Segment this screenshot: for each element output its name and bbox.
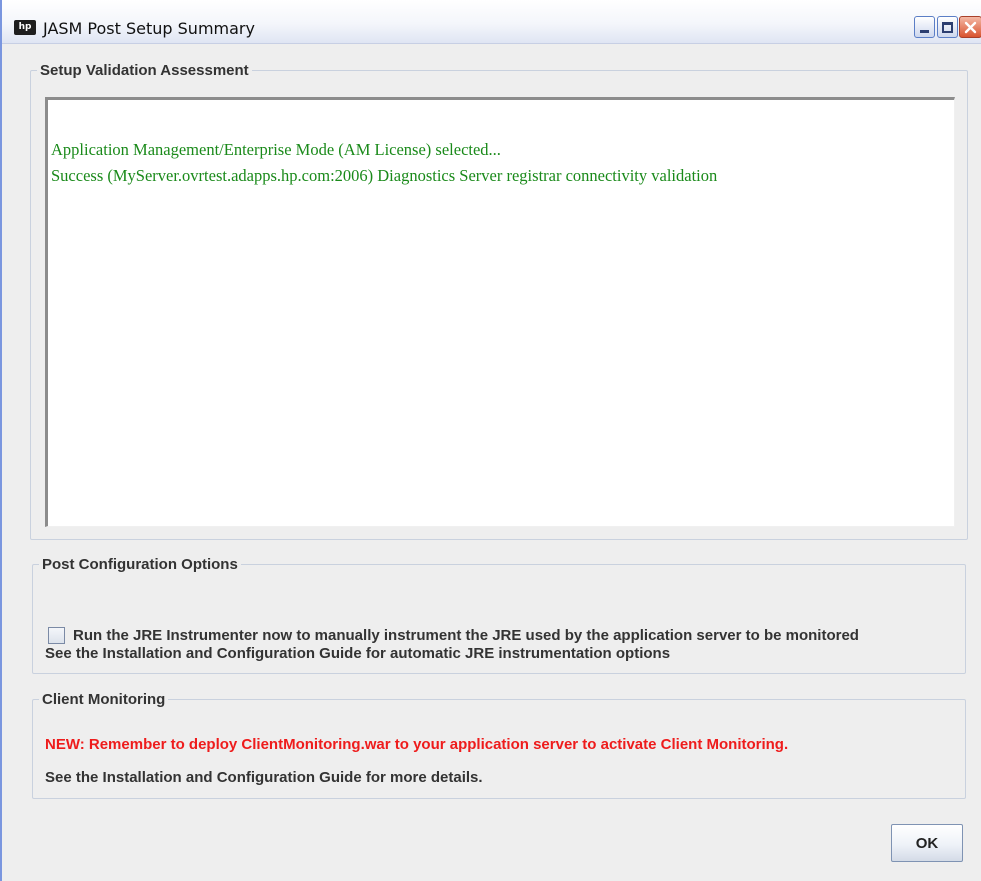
validation-log-line: Application Management/Enterprise Mode (… <box>51 140 501 159</box>
jre-instrumentation-guide-text: See the Installation and Configuration G… <box>45 645 671 662</box>
jasm-summary-window: hp JASM Post Setup Summary Setup Validat… <box>0 0 981 881</box>
minimize-icon <box>920 30 929 33</box>
close-icon <box>964 21 977 33</box>
jre-instrumenter-checkbox[interactable] <box>48 627 65 644</box>
validation-log-line: Success (MyServer.ovrtest.adapps.hp.com:… <box>51 166 718 185</box>
client-monitoring-guide-text: See the Installation and Configuration G… <box>45 769 483 786</box>
client-monitoring-legend: Client Monitoring <box>42 691 166 708</box>
maximize-button[interactable] <box>937 16 958 38</box>
jre-instrumenter-label[interactable]: Run the JRE Instrumenter now to manually… <box>73 627 859 644</box>
title-bar[interactable]: hp JASM Post Setup Summary <box>2 0 981 44</box>
client-monitoring-warning: NEW: Remember to deploy ClientMonitoring… <box>45 736 789 753</box>
close-button[interactable] <box>959 16 981 38</box>
window-title: JASM Post Setup Summary <box>43 19 255 38</box>
validation-log-textarea[interactable]: Application Management/Enterprise Mode (… <box>45 97 955 527</box>
post-configuration-legend: Post Configuration Options <box>42 556 238 573</box>
minimize-button[interactable] <box>914 16 935 38</box>
maximize-icon <box>942 21 953 33</box>
setup-validation-legend: Setup Validation Assessment <box>40 62 249 79</box>
ok-button[interactable]: OK <box>891 824 963 862</box>
hp-logo-icon: hp <box>14 20 36 35</box>
